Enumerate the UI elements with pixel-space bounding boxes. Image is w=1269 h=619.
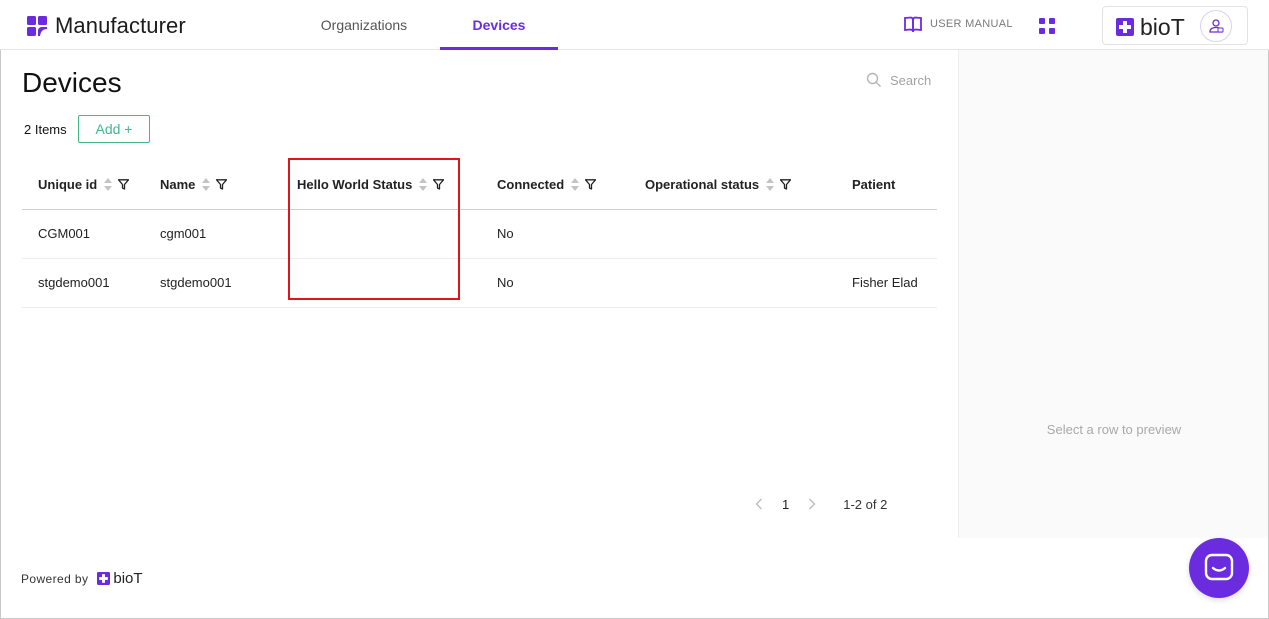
column-header-hello-world-status[interactable]: Hello World Status [281,160,481,210]
tab-devices[interactable]: Devices [440,0,558,50]
cell-hello-world-status [281,258,481,308]
tab-organizations[interactable]: Organizations [300,0,428,49]
column-header-unique-id[interactable]: Unique id [22,160,160,210]
column-label: Connected [497,176,565,192]
chevron-left-icon [755,498,762,510]
search-placeholder: Search [890,72,932,88]
sort-icon[interactable] [104,177,113,191]
cell-name: stgdemo001 [160,258,281,308]
cell-unique-id: stgdemo001 [22,258,160,308]
previous-page-button[interactable] [750,495,768,513]
pagination-range: 1-2 of 2 [843,496,888,512]
column-label: Patient [852,176,896,192]
biot-logo-text: bioT [1140,14,1185,40]
sort-icon[interactable] [419,177,428,191]
cell-connected: No [481,258,629,308]
page-number[interactable]: 1 [782,497,789,512]
column-header-operational-status[interactable]: Operational status [629,160,829,210]
biot-logo: bioT [1116,14,1185,40]
filter-icon[interactable] [118,178,130,190]
powered-by-label: Powered by [21,571,89,586]
pagination: 1 1-2 of 2 [750,495,887,513]
table-header-row: Unique id Name Hello World Status Connec… [22,160,937,210]
top-header: Manufacturer Organizations Devices USER … [0,0,1269,50]
sort-icon[interactable] [202,177,211,191]
brand-title: Manufacturer [55,13,186,38]
next-page-button[interactable] [803,495,821,513]
preview-empty-text: Select a row to preview [1046,422,1182,437]
page-title: Devices [22,67,122,98]
filter-icon[interactable] [780,178,792,190]
cell-hello-world-status [281,209,481,259]
chat-launcher-button[interactable] [1189,538,1249,598]
manufacturer-logo-icon [27,15,47,36]
search-icon [866,72,881,87]
sort-icon[interactable] [571,177,580,191]
cell-operational-status [629,258,829,308]
user-manual-link[interactable]: USER MANUAL [904,16,1013,32]
column-header-name[interactable]: Name [160,160,281,210]
cell-patient[interactable]: Fisher Elad [829,258,937,308]
column-label: Hello World Status [297,176,413,192]
filter-icon[interactable] [433,178,445,190]
column-label: Unique id [38,176,98,192]
user-manual-label: USER MANUAL [930,18,1013,30]
cell-unique-id: CGM001 [22,209,160,259]
apps-grid-icon[interactable] [1039,18,1055,34]
add-device-button[interactable]: Add + [78,115,150,143]
column-label: Name [160,176,196,192]
cell-connected: No [481,209,629,259]
sort-icon[interactable] [766,177,775,191]
powered-by-brand: bioT [113,570,143,587]
brand[interactable]: Manufacturer [27,15,186,37]
book-icon [904,16,922,32]
chevron-right-icon [809,498,816,510]
items-count: 2 Items [24,122,67,137]
table-row[interactable]: stgdemo001 stgdemo001 No Fisher Elad [22,258,937,308]
cell-name: cgm001 [160,209,281,259]
search-input[interactable]: Search [866,72,931,88]
powered-by-logo: bioT [97,570,143,587]
filter-icon[interactable] [216,178,228,190]
biot-cross-icon [97,572,111,585]
filter-icon[interactable] [585,178,597,190]
table-row[interactable]: CGM001 cgm001 No [22,209,937,259]
column-label: Operational status [645,176,760,192]
cell-patient [829,209,937,259]
column-header-patient: Patient [829,160,937,210]
column-header-connected[interactable]: Connected [481,160,629,210]
cell-operational-status [629,209,829,259]
devices-table: Unique id Name Hello World Status Connec… [22,160,937,308]
biot-cross-icon [1116,18,1134,36]
user-avatar-icon [1209,19,1224,33]
preview-panel: Select a row to preview [958,50,1268,538]
powered-by: Powered by bioT [21,570,143,587]
chat-bubble-icon [1204,553,1234,581]
biot-account-box: bioT [1102,6,1248,45]
user-avatar-button[interactable] [1200,10,1232,42]
